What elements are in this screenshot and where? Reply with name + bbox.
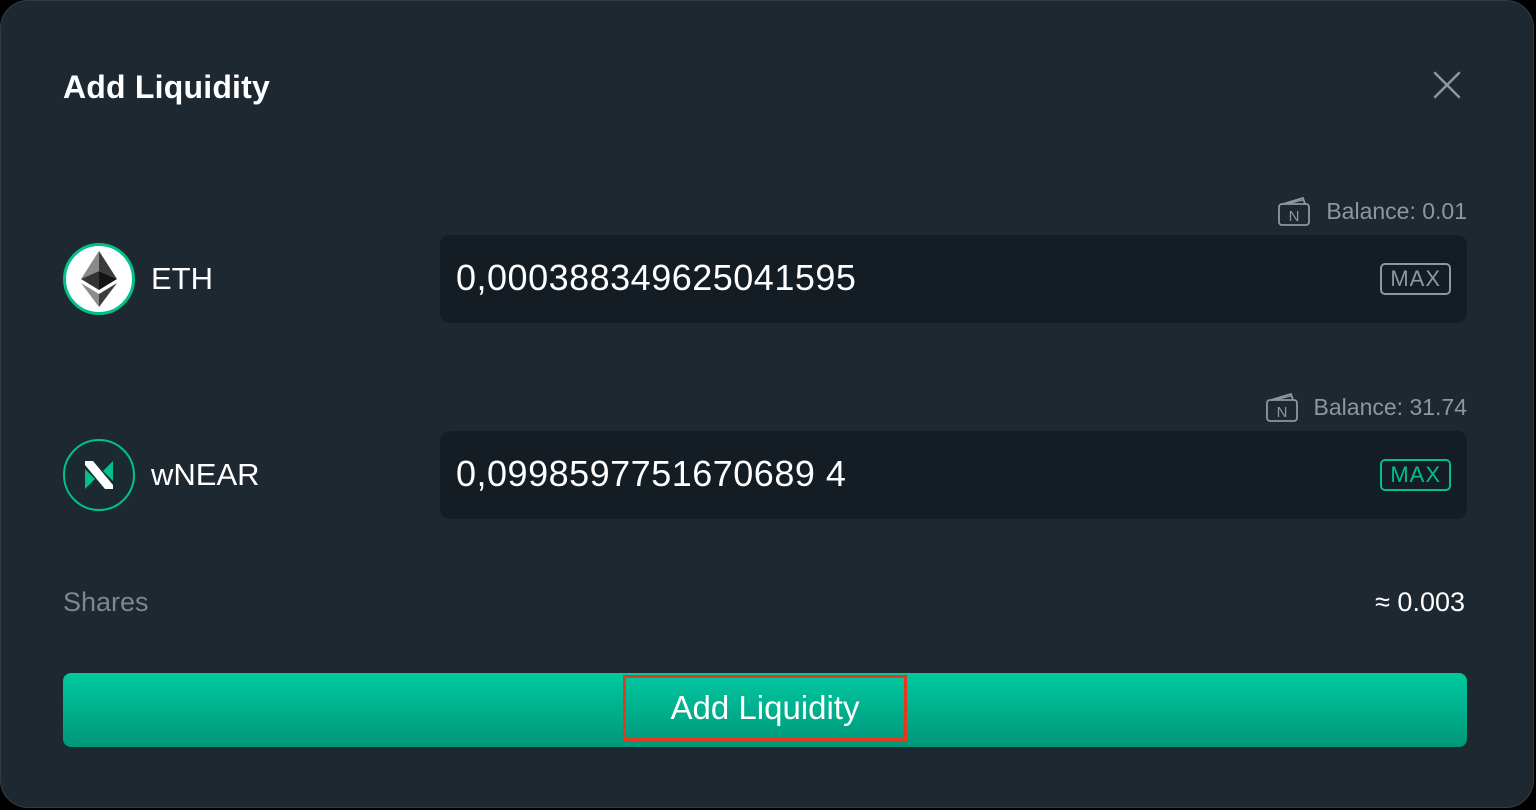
- add-liquidity-button[interactable]: Add Liquidity: [63, 673, 1467, 747]
- eth-logo-icon: [63, 243, 135, 315]
- token-symbol: wNEAR: [151, 457, 260, 492]
- wallet-icon: N: [1278, 197, 1311, 226]
- wnear-logo-icon: [63, 439, 135, 511]
- max-button[interactable]: MAX: [1380, 459, 1451, 491]
- modal-title: Add Liquidity: [63, 69, 271, 105]
- token-row-eth: N Balance: 0.01 ETH 0,000388349625041595…: [63, 191, 1467, 341]
- balance-label: Balance: 31.74: [1313, 393, 1467, 420]
- close-icon: [1433, 71, 1461, 99]
- svg-text:N: N: [1289, 208, 1300, 225]
- token-symbol: ETH: [151, 261, 213, 296]
- balance-label: Balance: 0.01: [1326, 197, 1467, 224]
- add-liquidity-button-label[interactable]: Add Liquidity: [623, 675, 907, 741]
- amount-field-wnear[interactable]: 0,0998597751670689 4 MAX: [440, 431, 1467, 519]
- token-selector-wnear: wNEAR: [63, 439, 260, 511]
- amount-input[interactable]: 0,000388349625041595: [456, 257, 1336, 299]
- balance-eth: N Balance: 0.01: [1276, 195, 1467, 227]
- wallet-icon: N: [1265, 393, 1298, 422]
- shares-value: ≈ 0.003: [1375, 587, 1465, 617]
- amount-field-eth[interactable]: 0,000388349625041595 MAX: [440, 235, 1467, 323]
- max-button[interactable]: MAX: [1380, 263, 1451, 295]
- svg-text:N: N: [1276, 404, 1287, 421]
- token-row-wnear: N Balance: 31.74 wNEAR 0,099859775167068…: [63, 387, 1467, 537]
- shares-label: Shares: [63, 587, 149, 617]
- close-button[interactable]: [1429, 67, 1465, 103]
- token-selector-eth: ETH: [63, 243, 213, 315]
- add-liquidity-modal: Add Liquidity N Balance: 0.01 ETH 0,0003…: [0, 0, 1534, 808]
- balance-wnear: N Balance: 31.74: [1264, 391, 1467, 423]
- amount-input[interactable]: 0,0998597751670689 4: [456, 453, 1336, 495]
